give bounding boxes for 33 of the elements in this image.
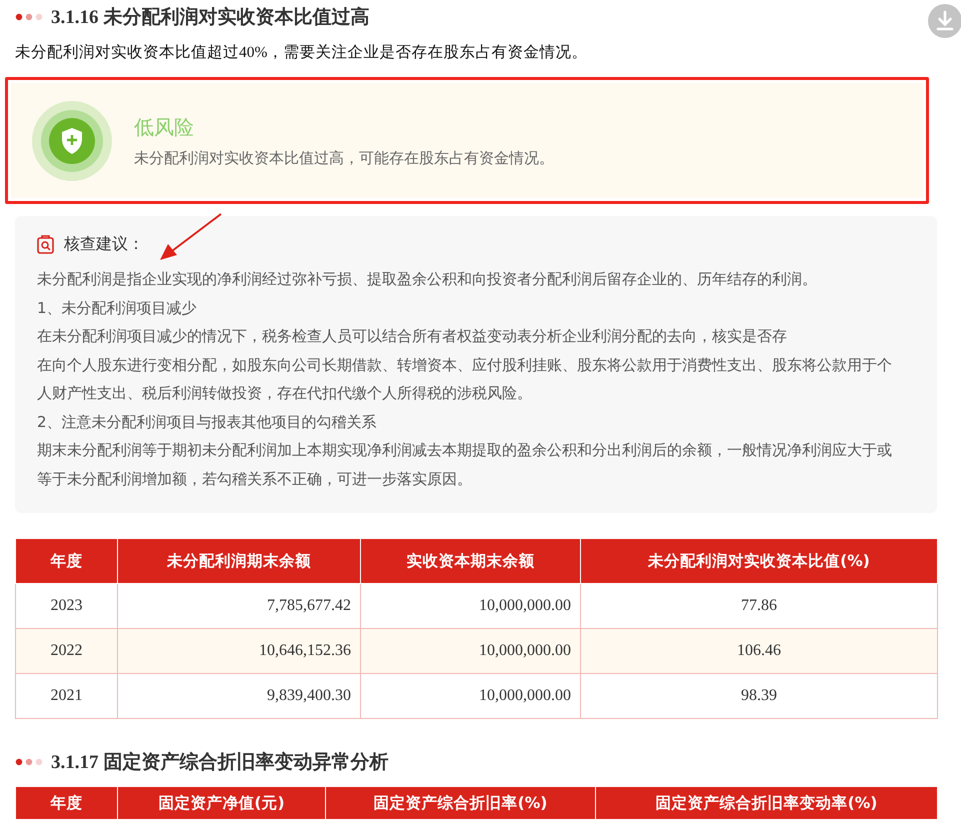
column-header: 固定资产综合折旧率变动率(%) [596,787,938,820]
column-header: 固定资产综合折旧率(%) [326,787,596,820]
column-header: 年度 [16,787,118,820]
advice-paragraph: 期末未分配利润等于期初未分配利润加上本期实现净利润减去本期提取的盈余公积和分出利润后的余额，一般情况净利润应大于或等于未分配利润增加额，若勾稽关系不正确，可进一步落实原因。 [37,440,893,490]
dots-icon [15,13,45,21]
advice-title: 核查建议： [64,234,144,255]
table-cell: 2022 [16,628,118,674]
section-title: 3.1.16 未分配利润对实收资本比值过高 [51,6,370,30]
advice-paragraph: 1、未分配利润项目减少 [37,298,198,318]
advice-paragraph: 在向个人股东进行变相分配，如股东向公司长期借款、转增资本、应付股利挂账、股东将公款用于消费性支出、股东将公款用于个人财产性支出、税后利润转做投资，存在代扣代缴个人所得税的涉税风险。 [37,354,893,404]
annotation-arrow [160,213,222,261]
table-cell: 98.39 [580,674,938,718]
table-cell: 9,839,400.30 [118,674,360,718]
advice-paragraph: 未分配利润是指企业实现的净利润经过弥补亏损、提取盈余公积和向投资者分配利润后留存企业的、历年结存的利润。 [37,269,818,290]
column-header: 实收资本期末余额 [360,539,580,584]
download-icon[interactable] [928,4,961,38]
table-cell: 10,646,152.36 [118,628,360,674]
table-cell: 2021 [16,674,118,718]
column-header: 固定资产净值(元) [118,787,326,820]
column-header: 未分配利润期末余额 [118,539,360,584]
column-header: 未分配利润对实收资本比值(%) [580,539,938,584]
section-title: 3.1.17 固定资产综合折旧率变动异常分析 [51,750,388,775]
table-cell: 106.46 [580,628,938,674]
table-cell: 10,000,000.00 [360,628,580,674]
table-cell: 10,000,000.00 [360,674,580,718]
summary-text: 未分配利润对实收资本比值超过40%，需要关注企业是否存在股东占有资金情况。 [15,43,588,63]
dots-icon [15,758,45,766]
risk-description: 未分配利润对实收资本比值过高，可能存在股东占有资金情况。 [134,148,554,168]
risk-level-label: 低风险 [134,114,195,140]
advice-paragraph: 在未分配利润项目减少的情况下，税务检查人员可以结合所有者权益变动表分析企业利润分配的去向，核实是否存 [37,326,788,347]
column-header: 年度 [16,539,118,584]
search-icon [37,235,54,254]
advice-paragraph: 2、注意未分配利润项目与报表其他项目的勾稽关系 [37,412,378,432]
